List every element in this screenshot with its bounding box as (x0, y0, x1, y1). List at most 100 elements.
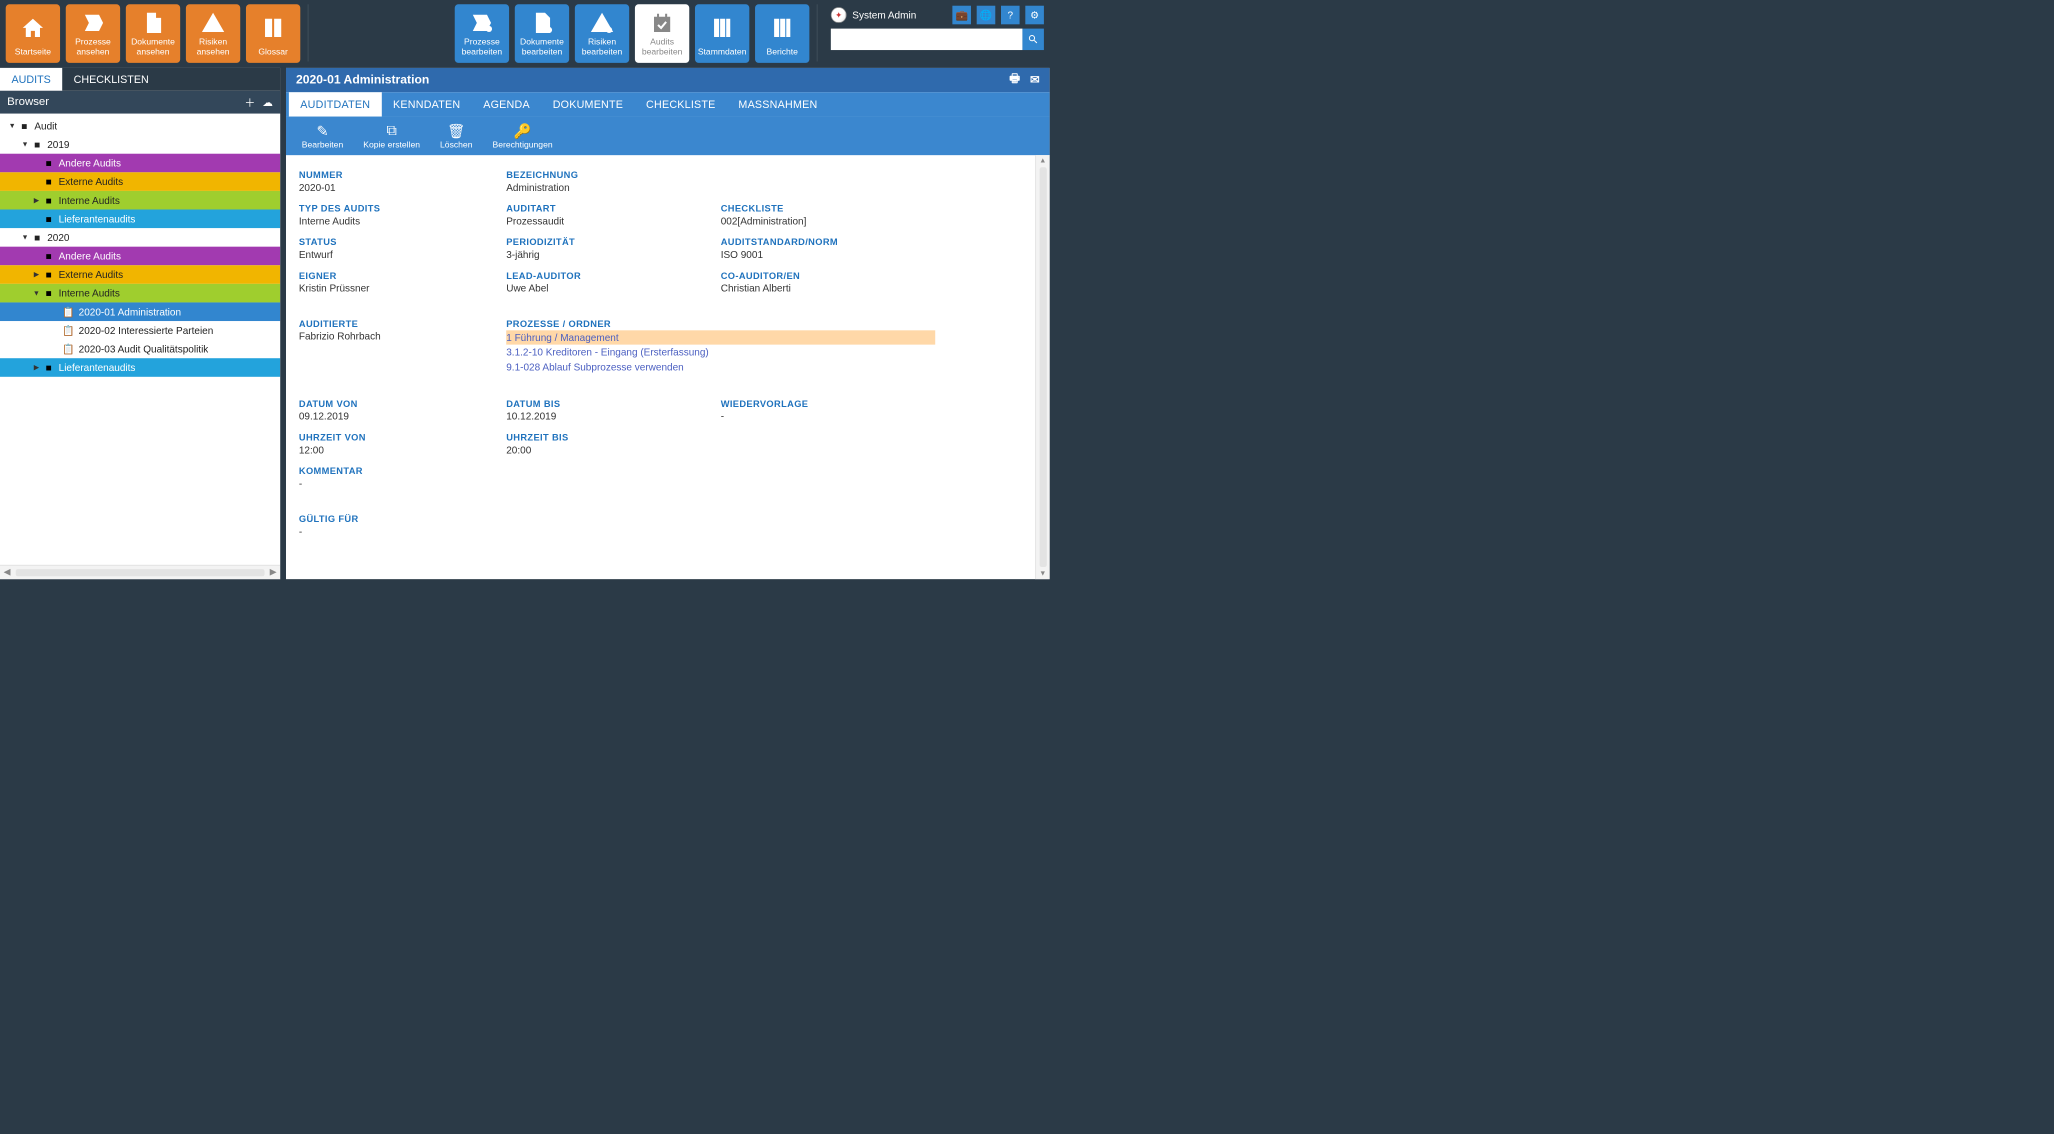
ribbon-startseite[interactable]: Startseite (6, 4, 60, 63)
audits-bearbeiten-icon (650, 9, 674, 38)
search-button[interactable] (1022, 29, 1043, 50)
prozesse-ansehen-icon (81, 9, 105, 38)
chevron-right-icon[interactable]: ▶ (31, 196, 41, 204)
tree-node[interactable]: ▶📋2020-01 Administration (0, 302, 280, 321)
chevron-down-icon[interactable]: ▼ (7, 122, 17, 130)
berichte-icon (770, 9, 794, 48)
tree-node[interactable]: ▶📋2020-02 Interessierte Parteien (0, 321, 280, 340)
ribbon-prozesse-bearbeiten[interactable]: Prozesse bearbeiten (455, 4, 509, 63)
detail-tab-auditdaten[interactable]: AUDITDATEN (289, 92, 382, 116)
chevron-down-icon[interactable]: ▼ (31, 289, 41, 297)
toolbar-bearbeiten[interactable]: ✎Bearbeiten (292, 117, 354, 156)
toolbar-label: Kopie erstellen (363, 139, 420, 149)
tree-node[interactable]: ▶■Andere Audits (0, 247, 280, 266)
value-gueltig-fuer: - (299, 525, 935, 536)
tree-node[interactable]: ▼■Interne Audits (0, 284, 280, 303)
tree-node[interactable]: ▶■Lieferantenaudits (0, 358, 280, 377)
mail-icon[interactable]: ✉ (1030, 73, 1040, 87)
tree-node[interactable]: ▶■Externe Audits (0, 265, 280, 284)
left-tab-checklisten[interactable]: CHECKLISTEN (62, 68, 160, 91)
ribbon-risiken-bearbeiten[interactable]: Risiken bearbeiten (575, 4, 629, 63)
detail-content: NUMMER2020-01 BEZEICHNUNGAdministration … (286, 155, 1035, 579)
ribbon-berichte[interactable]: Berichte (755, 4, 809, 63)
dokumente-bearbeiten-icon (530, 9, 554, 38)
tree-node-label: 2019 (44, 139, 69, 150)
ribbon-dokumente-ansehen[interactable]: Dokumente ansehen (126, 4, 180, 63)
tree-node[interactable]: ▶■Externe Audits (0, 172, 280, 191)
berechtigungen-icon: 🔑 (514, 122, 532, 139)
detail-tab-agenda[interactable]: AGENDA (472, 92, 541, 116)
toolbar-loeschen[interactable]: 🗑Löschen (430, 117, 482, 156)
tree-node-label: Lieferantenaudits (56, 362, 136, 373)
bearbeiten-icon: ✎ (316, 122, 328, 139)
cloud-icon[interactable]: ☁ (262, 96, 273, 109)
toolbar-label: Berechtigungen (493, 139, 553, 149)
add-icon[interactable]: ＋ (245, 95, 256, 110)
value-kommentar: - (299, 478, 935, 489)
toolbar-label: Löschen (440, 139, 472, 149)
value-eigner: Kristin Prüssner (299, 282, 506, 293)
prozess-link[interactable]: 1 Führung / Management (506, 330, 935, 345)
tree[interactable]: ▼■Audit▼■2019▶■Andere Audits▶■Externe Au… (0, 114, 280, 565)
search-input[interactable] (831, 29, 1023, 50)
tree-node[interactable]: ▶📋2020-03 Audit Qualitätspolitik (0, 340, 280, 359)
ribbon-label: Startseite (15, 47, 51, 57)
value-status: Entwurf (299, 249, 506, 260)
tree-horizontal-scrollbar[interactable]: ◄► (0, 565, 280, 579)
ribbon-label: Stammdaten (698, 47, 747, 57)
settings-icon[interactable]: ⚙ (1025, 6, 1044, 25)
tree-node[interactable]: ▶■Lieferantenaudits (0, 209, 280, 228)
folder-icon: ■ (41, 250, 55, 261)
ribbon-prozesse-ansehen[interactable]: Prozesse ansehen (66, 4, 120, 63)
label-co-auditor: CO-AUDITOR/EN (721, 270, 936, 281)
ribbon-dokumente-bearbeiten[interactable]: Dokumente bearbeiten (515, 4, 569, 63)
value-uhrzeit-bis: 20:00 (506, 444, 721, 455)
detail-tab-checkliste[interactable]: CHECKLISTE (635, 92, 727, 116)
value-nummer: 2020-01 (299, 182, 506, 193)
prozess-link[interactable]: 3.1.2-10 Kreditoren - Eingang (Ersterfas… (506, 345, 935, 360)
print-icon[interactable]: 🖶 (1009, 70, 1020, 89)
ribbon-label: Audits bearbeiten (642, 37, 683, 57)
user-avatar-icon[interactable]: ✦ (831, 7, 847, 23)
clipboard-icon: 📋 (61, 306, 75, 318)
tree-node[interactable]: ▼■Audit (0, 117, 280, 136)
tree-node[interactable]: ▶■Interne Audits (0, 191, 280, 210)
value-co-auditor: Christian Alberti (721, 282, 936, 293)
ribbon-separator (817, 4, 818, 61)
ribbon-audits-bearbeiten[interactable]: Audits bearbeiten (635, 4, 689, 63)
prozess-link[interactable]: 9.1-028 Ablauf Subprozesse verwenden (506, 359, 935, 374)
label-uhrzeit-bis: UHRZEIT BIS (506, 432, 721, 443)
chevron-right-icon[interactable]: ▶ (31, 364, 41, 372)
ribbon-stammdaten[interactable]: Stammdaten (695, 4, 749, 63)
toolbar-kopie-erstellen[interactable]: ⧉Kopie erstellen (353, 117, 430, 156)
label-auditierte: AUDITIERTE (299, 318, 506, 329)
stammdaten-icon (710, 9, 734, 48)
detail-panel: 2020-01 Administration 🖶 ✉ AUDITDATENKEN… (286, 68, 1050, 579)
ribbon-glossar[interactable]: Glossar (246, 4, 300, 63)
tree-node-label: 2020-03 Audit Qualitätspolitik (76, 343, 209, 354)
value-periodizitaet: 3-jährig (506, 249, 721, 260)
tree-node[interactable]: ▶■Andere Audits (0, 154, 280, 173)
label-bezeichnung: BEZEICHNUNG (506, 169, 721, 180)
chevron-down-icon[interactable]: ▼ (20, 233, 30, 241)
detail-tab-dokumente[interactable]: DOKUMENTE (541, 92, 634, 116)
detail-tab-massnahmen[interactable]: MASSNAHMEN (727, 92, 829, 116)
help-icon[interactable]: ? (1001, 6, 1020, 25)
tree-node[interactable]: ▼■2020 (0, 228, 280, 247)
toolbar-berechtigungen[interactable]: 🔑Berechtigungen (482, 117, 562, 156)
chevron-down-icon[interactable]: ▼ (20, 140, 30, 148)
ribbon-label: Risiken ansehen (197, 37, 230, 57)
label-typ-des-audits: TYP DES AUDITS (299, 203, 506, 214)
detail-tab-kenndaten[interactable]: KENNDATEN (382, 92, 472, 116)
value-auditart: Prozessaudit (506, 215, 721, 226)
ribbon-risiken-ansehen[interactable]: Risiken ansehen (186, 4, 240, 63)
chevron-right-icon[interactable]: ▶ (31, 271, 41, 279)
label-wiedervorlage: WIEDERVORLAGE (721, 398, 936, 409)
globe-icon[interactable]: 🌐 (977, 6, 996, 25)
briefcase-icon[interactable]: 💼 (952, 6, 971, 25)
detail-vertical-scrollbar[interactable]: ▲▼ (1035, 155, 1049, 579)
tree-node[interactable]: ▼■2019 (0, 135, 280, 154)
left-tab-audits[interactable]: AUDITS (0, 68, 62, 91)
left-panel: AUDITSCHECKLISTEN Browser ＋ ☁ ▼■Audit▼■2… (0, 68, 280, 579)
ribbon-label: Glossar (258, 47, 288, 57)
